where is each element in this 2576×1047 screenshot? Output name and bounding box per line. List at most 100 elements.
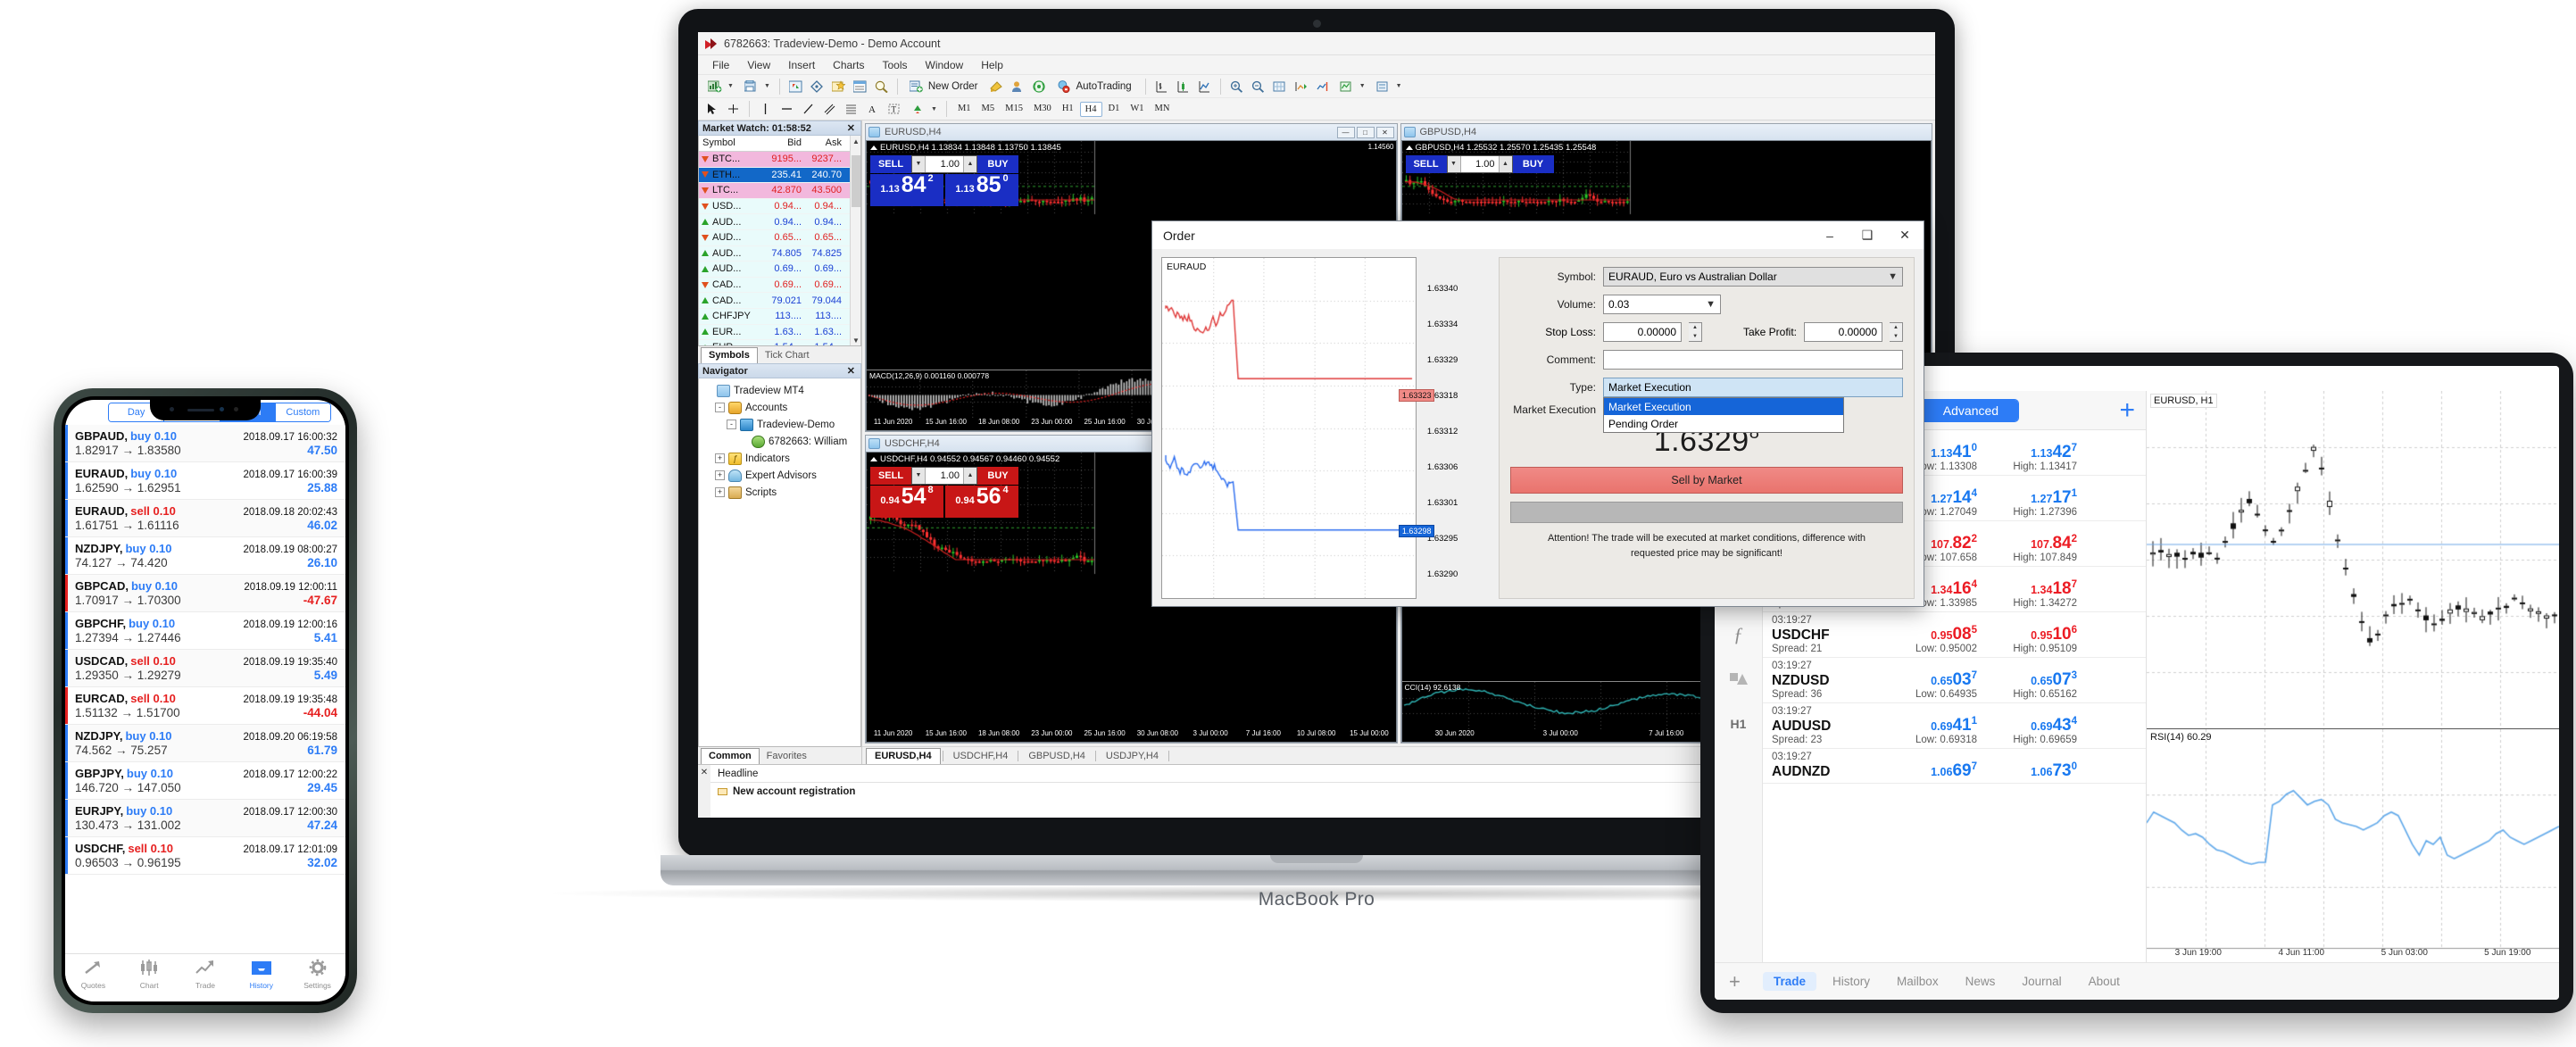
timeframe-w1[interactable]: W1 (1126, 102, 1148, 117)
timeframe-m5[interactable]: M5 (977, 102, 1000, 117)
phone-history-list[interactable]: GBPAUD, buy 0.10 2018.09.17 16:00:32 1.8291… (65, 425, 345, 953)
usdchf-buy-label[interactable]: BUY (977, 467, 1018, 485)
market-watch-row[interactable]: ETH... 235.41 240.70 (699, 167, 860, 184)
objects-icon[interactable] (1724, 666, 1753, 693)
tablet-rsi-pane[interactable]: RSI(14) 60.29 3 Jun 19:00 4 Jun 11:00 5 Ju… (2147, 728, 2559, 962)
phone-trade-row[interactable]: EURAUD, sell 0.10 2018.09.18 20:02:43 1.617… (65, 500, 345, 537)
takeprofit-input[interactable]: 0.00000 (1804, 322, 1882, 342)
candlestick-chart-icon[interactable] (1174, 78, 1192, 96)
tree-toggle-icon[interactable]: + (715, 470, 725, 480)
gbpusd-volume-value[interactable]: 1.00 (1461, 159, 1499, 170)
column-ask[interactable]: Ask (805, 136, 845, 151)
chart-window-buttons[interactable]: — □ ✕ (1336, 126, 1394, 138)
navigator-tree[interactable]: Tradeview MT4- Accounts - Tradeview-Demo 678… (698, 378, 861, 747)
type-select[interactable]: Market Execution (1603, 378, 1903, 397)
metaeditor-icon[interactable] (987, 78, 1006, 96)
symbol-select[interactable]: EURAUD, Euro vs Australian Dollar ▼ (1603, 267, 1903, 287)
zoom-in-icon[interactable] (1227, 78, 1246, 96)
templates-button[interactable]: ▼ (1371, 78, 1405, 96)
menu-item-insert[interactable]: Insert (779, 57, 824, 73)
order-dialog-window-buttons[interactable]: – ❑ ✕ (1811, 221, 1924, 249)
volume-up-icon[interactable]: ▲ (963, 468, 976, 484)
tablet-bottom-tab-list[interactable]: Trade History Mailbox News Journal About (1763, 972, 2136, 991)
chart-tab-eurusd[interactable]: EURUSD,H4 (866, 748, 941, 764)
fibonacci-icon[interactable] (842, 100, 860, 118)
stepper-down-icon[interactable]: ▼ (1890, 332, 1902, 341)
equidistant-channel-icon[interactable] (820, 100, 839, 118)
signals-icon[interactable] (1030, 78, 1049, 96)
vertical-line-icon[interactable] (756, 100, 775, 118)
timeframe-m15[interactable]: M15 (1001, 102, 1027, 117)
cursor-icon[interactable] (702, 100, 721, 118)
menu-item-window[interactable]: Window (917, 57, 973, 73)
indicators-caret-icon[interactable]: ▼ (1359, 83, 1366, 89)
maximize-icon[interactable]: □ (1356, 126, 1375, 138)
navigator-icon[interactable] (829, 78, 848, 96)
chart-collapse-icon[interactable] (870, 457, 877, 461)
timeframe-m1[interactable]: M1 (953, 102, 976, 117)
menu-item-help[interactable]: Help (972, 57, 1012, 73)
new-chart-button[interactable]: ▼ (702, 78, 736, 96)
maximize-icon[interactable]: ❑ (1849, 221, 1886, 249)
terminal-close-icon[interactable]: ✕ (698, 765, 710, 818)
timeframe-group[interactable]: M1 M5 M15 M30 H1 H4 D1 W1 MN (953, 101, 1175, 117)
eurusd-buy-label[interactable]: BUY (977, 155, 1018, 173)
gbpusd-volume-input[interactable]: ▼ 1.00 ▲ (1446, 155, 1513, 173)
timeframe-h4[interactable]: H4 (1079, 101, 1102, 117)
eurusd-volume-input[interactable]: ▼ 1.00 ▲ (911, 155, 977, 173)
phone-trade-row[interactable]: GBPAUD, buy 0.10 2018.09.17 16:00:32 1.8291… (65, 425, 345, 462)
navigator-node-tradeview-mt4[interactable]: Tradeview MT4 (701, 382, 859, 399)
eurusd-volume-value[interactable]: 1.00 (926, 159, 963, 170)
tablet-bottom-tab-journal[interactable]: Journal (2011, 972, 2072, 991)
eurusd-buy-price[interactable]: 1.13 85 0 (945, 173, 1018, 206)
chart-tab-usdchf[interactable]: USDCHF,H4 (945, 749, 1017, 764)
text-label-icon[interactable]: T (885, 100, 903, 118)
usdchf-volume-input[interactable]: ▼ 1.00 ▲ (911, 467, 977, 485)
column-bid[interactable]: Bid (765, 136, 805, 151)
phone-tab-quotes[interactable]: Quotes (65, 959, 121, 990)
order-dialog[interactable]: Order – ❑ ✕ EURAUD 1.63340 1.63334 1.63329… (1151, 220, 1924, 607)
usdchf-volume-value[interactable]: 1.00 (926, 470, 963, 481)
chart-tab-gbpusd[interactable]: GBPUSD,H4 (1020, 749, 1093, 764)
chart-shift-icon[interactable] (1313, 78, 1332, 96)
market-watch-row[interactable]: CHFJPY 113.... 113.... (699, 308, 860, 325)
stepper-down-icon[interactable]: ▼ (1689, 332, 1701, 341)
scroll-down-icon[interactable]: ▼ (851, 335, 860, 345)
stepper-up-icon[interactable]: ▲ (1890, 323, 1902, 332)
phone-trade-row[interactable]: EURJPY, buy 0.10 2018.09.17 12:00:30 130.47… (65, 800, 345, 837)
tablet-bottom-tab-news[interactable]: News (1955, 972, 2007, 991)
volume-up-icon[interactable]: ▲ (963, 156, 976, 172)
market-watch-row[interactable]: LTC... 42.870 43.500 (699, 183, 860, 199)
timeframe-h1-icon[interactable]: H1 (1724, 710, 1753, 737)
type-option-market-execution[interactable]: Market Execution (1604, 398, 1843, 415)
tablet-bottom-tabs[interactable]: + Trade History Mailbox News Journal About (1715, 962, 2559, 1000)
mt4-main-toolbar[interactable]: ▼ ▼ New Order AutoTrading ▼ ▼ (698, 75, 1935, 98)
tree-toggle-icon[interactable]: - (727, 420, 736, 429)
profiles-caret-icon[interactable]: ▼ (764, 83, 770, 89)
add-tab-icon[interactable]: + (1729, 970, 1741, 993)
crosshair-icon[interactable] (724, 100, 743, 118)
phone-trade-row[interactable]: GBPCAD, buy 0.10 2018.09.19 12:00:11 1.7091… (65, 575, 345, 612)
arrows-button[interactable]: ▼ (906, 100, 940, 118)
market-watch-row[interactable]: CAD... 79.021 79.044 (699, 293, 860, 309)
gbpusd-sell-label[interactable]: SELL (1405, 155, 1447, 173)
market-watch-scrollbar[interactable]: ▲ ▼ (850, 136, 860, 345)
phone-trade-row[interactable]: GBPJPY, buy 0.10 2018.09.17 12:00:22 146.72… (65, 762, 345, 800)
phone-tab-settings[interactable]: Settings (289, 959, 345, 990)
menu-item-file[interactable]: File (703, 57, 738, 73)
text-icon[interactable]: A (863, 100, 882, 118)
stoploss-field[interactable]: Stop Loss: 0.00000 ▲ ▼ (1510, 322, 1702, 342)
market-watch-close-icon[interactable]: ✕ (845, 122, 857, 134)
tab-symbols[interactable]: Symbols (701, 347, 758, 363)
profiles-button[interactable]: ▼ (739, 78, 773, 96)
phone-trade-row[interactable]: USDCHF, sell 0.10 2018.09.17 12:01:09 0.965… (65, 837, 345, 875)
volume-up-icon[interactable]: ▲ (1498, 156, 1512, 172)
symbol-field[interactable]: Symbol: EURAUD, Euro vs Australian Dolla… (1510, 267, 1903, 287)
minimize-icon[interactable]: — (1336, 126, 1355, 138)
tab-tick-chart[interactable]: Tick Chart (758, 348, 817, 363)
usdchf-one-click-trading[interactable]: SELL ▼ 1.00 ▲ BUY 0.94 54 8 0.94 56 4 (870, 467, 1018, 518)
navigator-node-expert-advisors[interactable]: + Expert Advisors (701, 467, 859, 484)
trendline-icon[interactable] (799, 100, 818, 118)
tree-toggle-icon[interactable]: - (715, 403, 725, 412)
stoploss-input[interactable]: 0.00000 (1603, 322, 1682, 342)
